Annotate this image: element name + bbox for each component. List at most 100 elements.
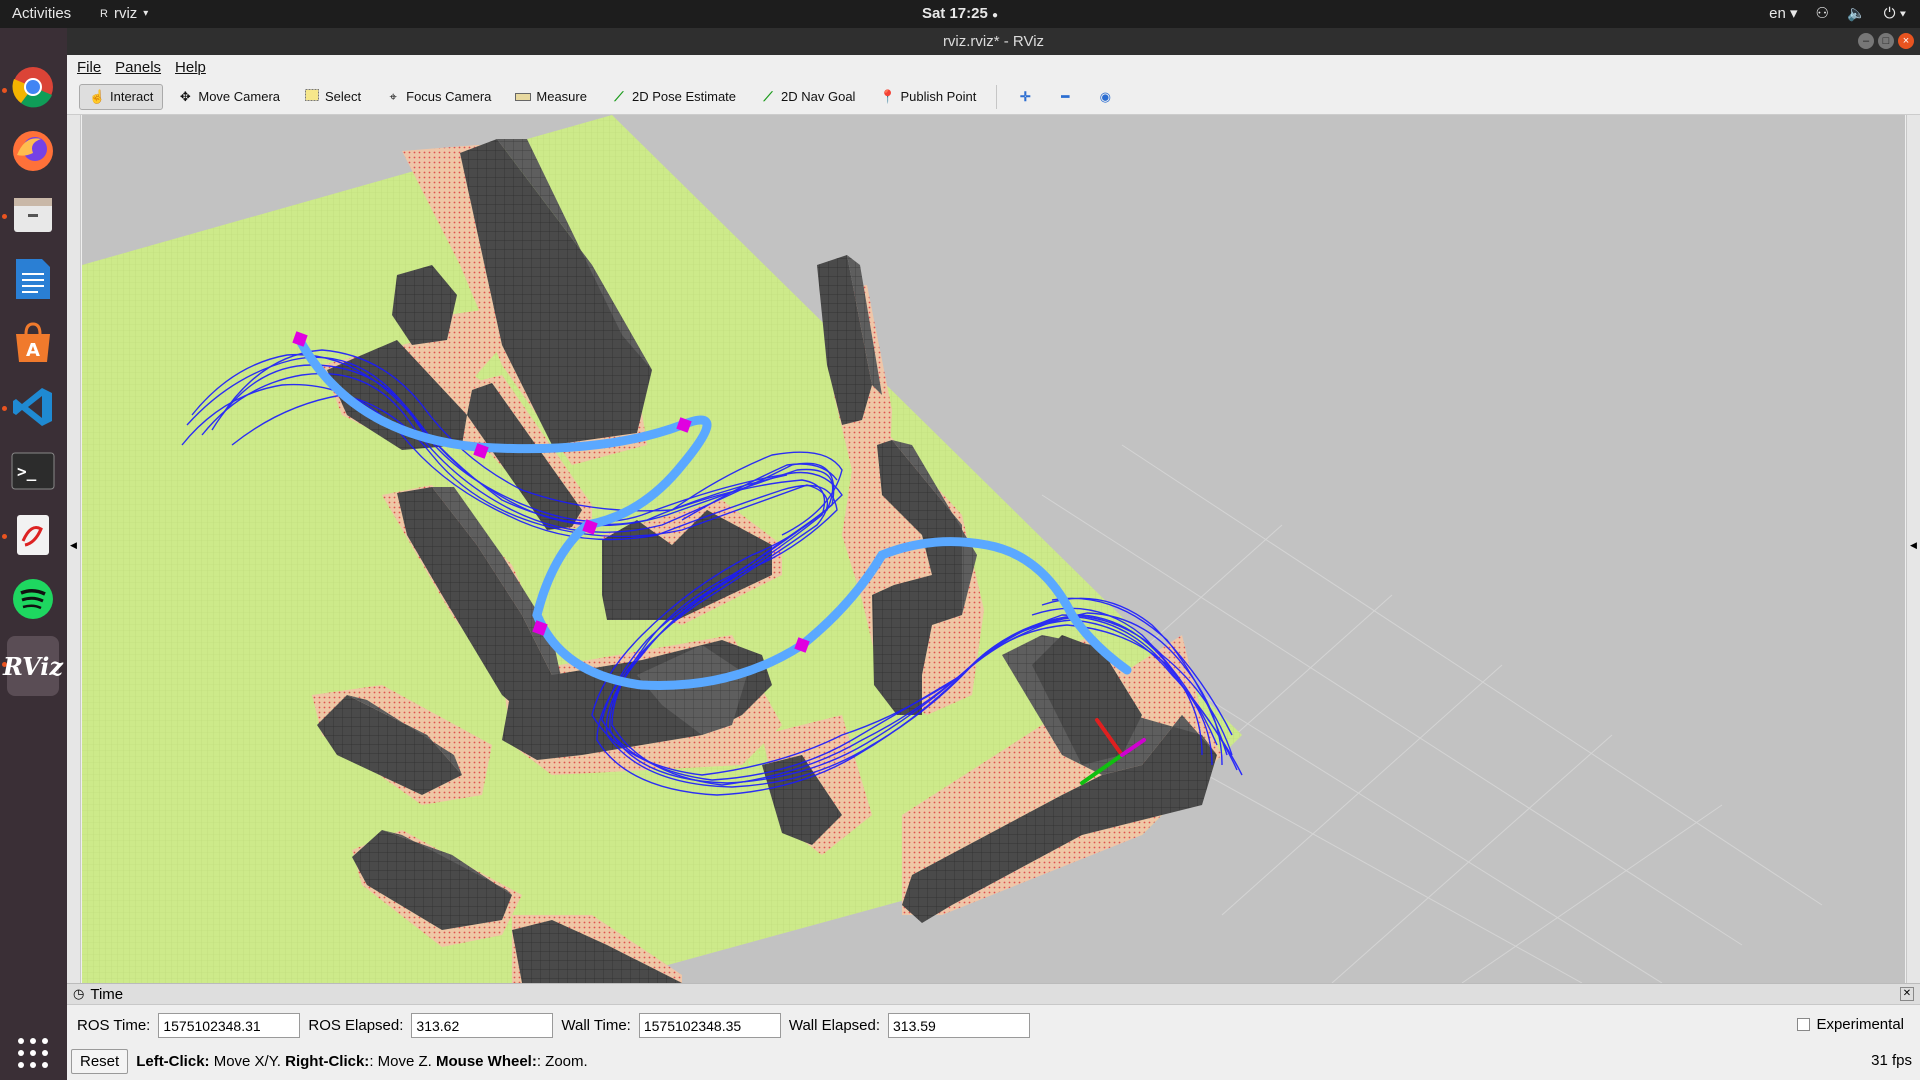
green-arrow-icon: ⟋ — [763, 88, 773, 104]
3d-scene — [82, 115, 1823, 983]
terminal-icon[interactable]: >_ — [8, 446, 58, 496]
power-icon[interactable]: ⏻ ▾ — [1884, 5, 1906, 22]
right-dock-collapse-handle[interactable]: ◀ — [1906, 115, 1920, 983]
chrome-icon[interactable] — [8, 62, 58, 112]
clock-icon: ◷ — [73, 986, 85, 1001]
interact-label: Interact — [110, 89, 154, 104]
time-panel: ◷ Time ✕ ROS Time: 1575102348.31 ROS Ela… — [67, 983, 1920, 1080]
pose-estimate-label: 2D Pose Estimate — [631, 89, 737, 104]
svg-text:>_: >_ — [17, 462, 37, 481]
clock[interactable]: Sat 17:25 ● — [0, 5, 1920, 22]
time-panel-title: Time — [90, 985, 124, 1003]
ros-elapsed-label: ROS Elapsed: — [308, 1016, 404, 1034]
ros-time-label: ROS Time: — [77, 1016, 151, 1034]
help-text: Left-Click: Move X/Y. Right-Click:: Move… — [136, 1053, 588, 1070]
minus-icon: ━ — [1061, 88, 1070, 104]
measure-label: Measure — [536, 89, 587, 104]
minimize-icon[interactable]: – — [1858, 33, 1874, 49]
add-tool-button[interactable]: ✛ — [1007, 84, 1043, 110]
plus-icon: ✛ — [1019, 88, 1031, 104]
menu-panels[interactable]: Panels — [115, 59, 161, 76]
wall-time-label: Wall Time: — [561, 1016, 631, 1034]
right-click-label: Right-Click: — [285, 1052, 370, 1070]
running-indicator — [2, 406, 7, 411]
system-top-bar: Activities R rviz ▾ Sat 17:25 ● en ▾ ⚇ 🔈… — [0, 0, 1920, 28]
running-indicator — [2, 88, 7, 93]
wall-time-field[interactable]: 1575102348.35 — [638, 1012, 781, 1038]
running-indicator — [2, 534, 7, 539]
language-indicator[interactable]: en ▾ — [1769, 4, 1797, 22]
reset-button[interactable]: Reset — [71, 1048, 129, 1074]
status-bar: Reset Left-Click: Move X/Y. Right-Click:… — [67, 1045, 1920, 1077]
window-title: rviz.rviz* - RViz — [942, 33, 1045, 50]
focus-camera-label: Focus Camera — [406, 89, 492, 104]
close-panel-icon[interactable]: ✕ — [1900, 987, 1914, 1001]
move-arrows-icon: ✥ — [179, 88, 191, 104]
svg-text:A: A — [26, 340, 40, 361]
ros-time-field[interactable]: 1575102348.31 — [158, 1012, 301, 1038]
nav-goal-label: 2D Nav Goal — [781, 89, 856, 104]
move-camera-tool-button[interactable]: ✥ Move Camera — [167, 84, 290, 110]
time-panel-header: ◷ Time ✕ — [67, 983, 1920, 1005]
chevron-left-icon: ◀ — [1910, 541, 1917, 551]
maximize-icon[interactable]: □ — [1878, 33, 1894, 49]
experimental-checkbox[interactable]: Experimental — [1797, 1016, 1904, 1033]
firefox-icon[interactable] — [8, 126, 58, 176]
files-icon[interactable] — [8, 190, 58, 240]
chevron-left-icon: ◀ — [70, 541, 77, 551]
menu-bar: File Panels Help — [67, 55, 1920, 79]
select-label: Select — [325, 89, 362, 104]
render-area: ◀ ◀ — [67, 115, 1920, 983]
language-label: en — [1769, 5, 1786, 22]
vscode-icon[interactable] — [8, 382, 58, 432]
dock: A >_ RViz — [0, 28, 67, 1080]
system-tray: en ▾ ⚇ 🔈 ⏻ ▾ — [1769, 4, 1906, 23]
green-arrow-icon: ⟋ — [614, 88, 624, 104]
writer-icon[interactable] — [8, 254, 58, 304]
eye-icon: ◉ — [1099, 88, 1111, 104]
time-fields-row: ROS Time: 1575102348.31 ROS Elapsed: 313… — [67, 1005, 1920, 1045]
publish-point-tool-button[interactable]: 📍 Publish Point — [869, 84, 986, 110]
network-icon[interactable]: ⚇ — [1816, 4, 1829, 22]
select-tool-button[interactable]: Select — [294, 84, 371, 110]
remove-tool-button[interactable]: ━ — [1047, 84, 1083, 110]
measure-tool-button[interactable]: Measure — [505, 84, 597, 110]
checkbox-icon[interactable] — [1797, 1018, 1811, 1031]
menu-help[interactable]: Help — [175, 59, 206, 76]
close-icon[interactable]: × — [1898, 33, 1914, 49]
tool-bar: ☝ Interact ✥ Move Camera Select ⌖ Focus … — [67, 79, 1920, 115]
menu-file[interactable]: File — [77, 59, 101, 76]
rviz-icon[interactable]: RViz — [3, 636, 63, 696]
wall-elapsed-label: Wall Elapsed: — [788, 1016, 881, 1034]
spotify-icon[interactable] — [8, 574, 58, 624]
window-titlebar[interactable]: rviz.rviz* - RViz – □ × — [67, 28, 1920, 55]
experimental-label: Experimental — [1816, 1016, 1904, 1033]
fps-counter: 31 fps — [1871, 1052, 1912, 1069]
show-applications-icon[interactable] — [8, 1028, 58, 1078]
move-camera-label: Move Camera — [198, 89, 280, 104]
wall-elapsed-field[interactable]: 313.59 — [888, 1012, 1031, 1038]
pose-estimate-tool-button[interactable]: ⟋ 2D Pose Estimate — [601, 84, 746, 110]
left-click-desc: Move X/Y. — [213, 1052, 281, 1070]
nav-goal-tool-button[interactable]: ⟋ 2D Nav Goal — [750, 84, 865, 110]
clock-text: Sat 17:25 — [921, 5, 988, 22]
focus-crosshair-icon: ⌖ — [389, 88, 397, 104]
document-viewer-icon[interactable] — [8, 510, 58, 560]
right-click-desc: : Move Z. — [369, 1052, 432, 1070]
focus-camera-tool-button[interactable]: ⌖ Focus Camera — [375, 84, 501, 110]
ruler-icon — [515, 89, 532, 105]
software-center-icon[interactable]: A — [8, 318, 58, 368]
3d-viewport[interactable] — [82, 115, 1905, 983]
view-options-button[interactable]: ◉ — [1087, 84, 1123, 110]
ros-elapsed-field[interactable]: 313.62 — [411, 1012, 554, 1038]
select-box-icon — [304, 88, 320, 105]
rviz-window: rviz.rviz* - RViz – □ × File Panels Help… — [67, 28, 1920, 1080]
toolbar-separator — [996, 84, 998, 109]
interact-tool-button[interactable]: ☝ Interact — [79, 83, 164, 110]
left-click-label: Left-Click: — [136, 1052, 210, 1070]
notification-dot-icon: ● — [992, 10, 999, 21]
left-dock-collapse-handle[interactable]: ◀ — [67, 115, 81, 983]
hand-pointer-icon: ☝ — [89, 88, 106, 104]
volume-icon[interactable]: 🔈 — [1847, 4, 1866, 22]
map-pin-icon: 📍 — [879, 88, 896, 104]
